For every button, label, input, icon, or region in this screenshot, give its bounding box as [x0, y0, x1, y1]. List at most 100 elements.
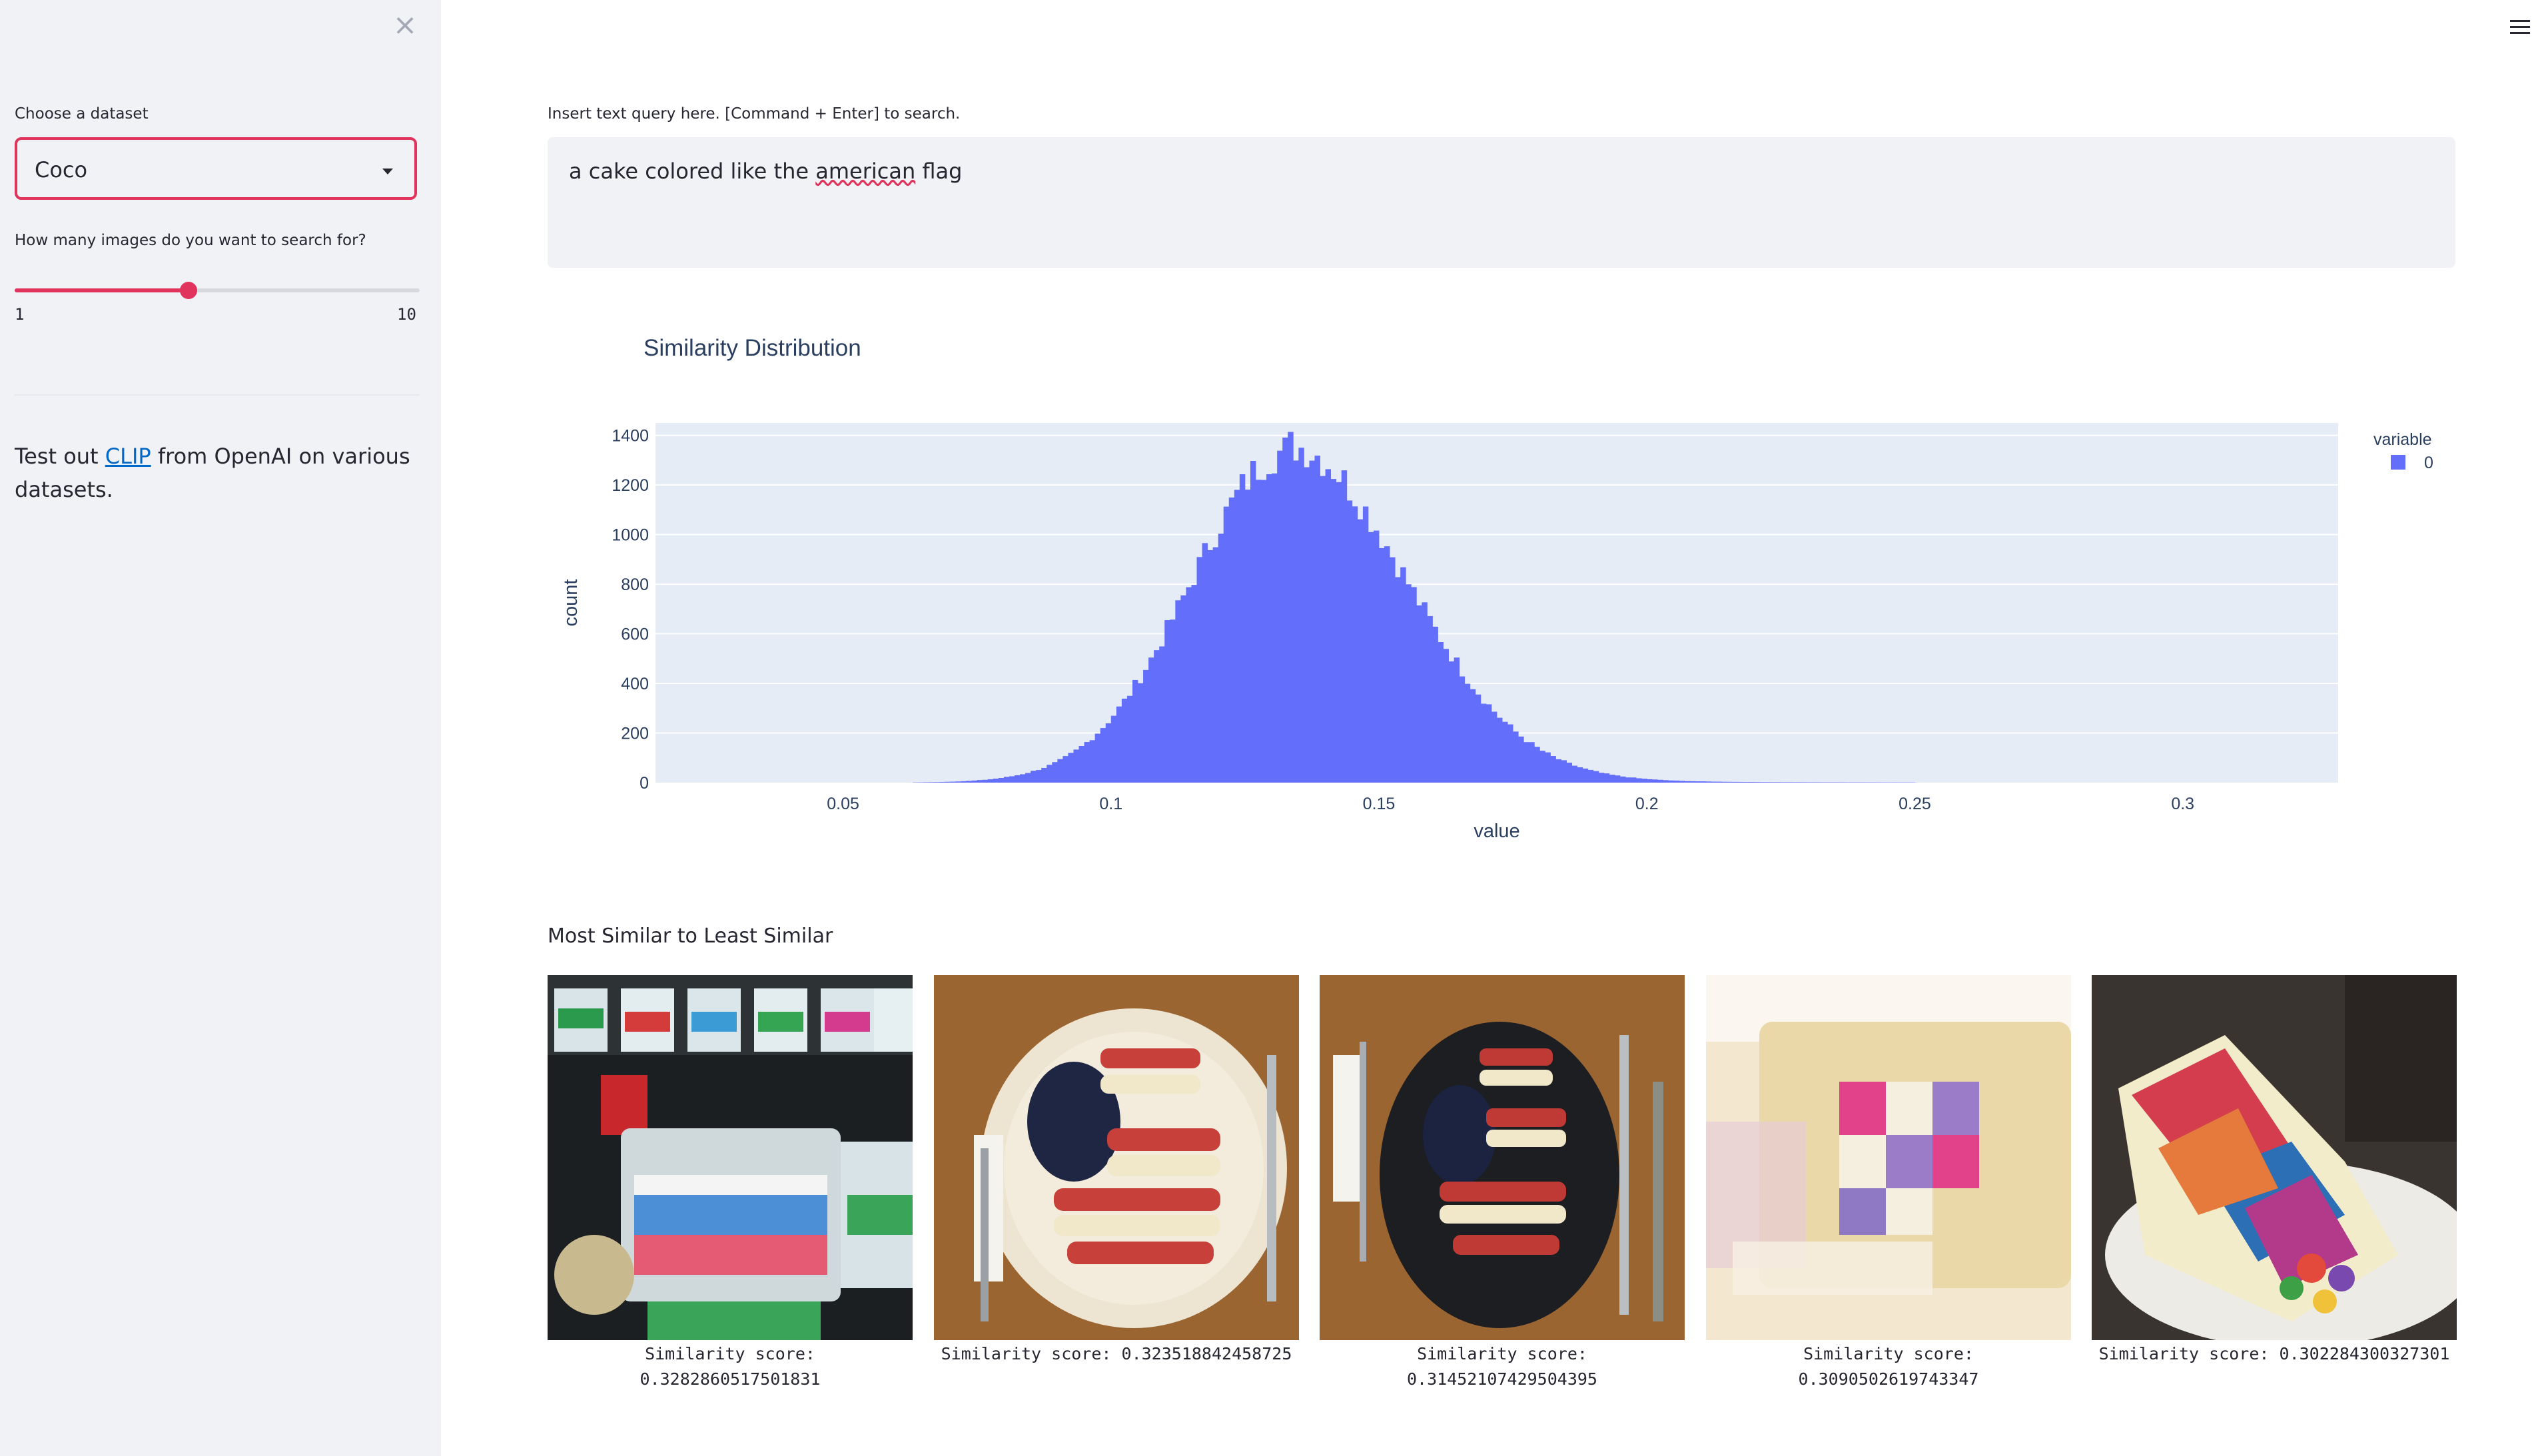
histogram-bar — [1652, 779, 1658, 783]
histogram-bar — [1416, 605, 1422, 783]
histogram-bar — [1094, 733, 1101, 783]
result-image-flag-plate-white[interactable] — [934, 975, 1299, 1340]
histogram-bar — [966, 781, 973, 783]
histogram-bar — [1250, 461, 1256, 783]
histogram-bar — [1593, 771, 1599, 783]
histogram-bar — [950, 781, 956, 783]
histogram-bar — [1325, 469, 1332, 783]
result-image-checkered-cake[interactable] — [1706, 975, 2071, 1340]
legend-title: variable — [2373, 430, 2432, 449]
histogram-bar — [1309, 460, 1315, 783]
histogram-bar — [1695, 781, 1701, 783]
slider-thumb[interactable] — [180, 282, 198, 299]
histogram-bar — [1126, 695, 1133, 783]
y-tick-label: 1400 — [612, 427, 649, 446]
y-tick-label: 200 — [621, 725, 649, 743]
histogram-bar — [1802, 782, 1808, 783]
similarity-score: Similarity score: 0.323518842458725 — [941, 1344, 1292, 1363]
histogram-bar — [1743, 782, 1749, 783]
histogram-bar — [1175, 600, 1181, 783]
histogram-bar — [1534, 747, 1540, 783]
results-heading: Most Similar to Least Similar — [548, 924, 833, 948]
hamburger-menu-icon[interactable] — [2510, 16, 2530, 36]
histogram-bar — [1400, 567, 1406, 783]
legend-swatch — [2391, 455, 2405, 470]
dataset-select-value: Coco — [35, 157, 88, 182]
histogram-bar — [1422, 602, 1428, 783]
histogram-bar — [1062, 756, 1068, 783]
histogram-bar — [1346, 500, 1353, 783]
histogram-bar — [1336, 482, 1342, 783]
result-image-flag-plate-black[interactable] — [1320, 975, 1685, 1340]
histogram-bar — [1239, 474, 1246, 783]
histogram-bar — [961, 781, 967, 783]
x-tick-label: 0.25 — [1899, 795, 1931, 813]
histogram-bar — [1566, 763, 1573, 783]
histogram-bar — [1443, 649, 1449, 783]
clip-link[interactable]: CLIP — [105, 444, 151, 469]
query-textarea[interactable]: a cake colored like the american flag — [548, 137, 2455, 268]
histogram-bar — [1834, 782, 1841, 783]
histogram-bar — [1636, 778, 1642, 783]
histogram-bar — [1545, 752, 1551, 783]
histogram-bar — [1330, 479, 1337, 783]
histogram-bar — [1293, 460, 1299, 783]
image-count-slider[interactable] — [15, 282, 420, 299]
histogram-bar — [1829, 782, 1835, 783]
result-image-store-shelf[interactable] — [548, 975, 913, 1340]
histogram-bar — [1041, 767, 1047, 783]
close-sidebar-icon[interactable]: × — [392, 11, 418, 40]
histogram-bar — [1657, 779, 1663, 783]
result-image-rainbow-cake[interactable] — [2092, 975, 2457, 1340]
similarity-histogram: Similarity Distribution 0 200 400 600 800 100… — [560, 335, 2433, 842]
histogram-bar — [1448, 661, 1455, 783]
histogram-bar — [945, 781, 951, 783]
similarity-score: Similarity score: 0.302284300327301 — [2098, 1344, 2450, 1363]
histogram-bar — [1255, 480, 1262, 783]
histogram-bar — [1288, 432, 1294, 783]
histogram-bar — [1700, 781, 1707, 783]
histogram-bar — [987, 779, 994, 783]
result-card: Similarity score: 0.302284300327301 — [2092, 975, 2457, 1367]
legend[interactable]: variable 0 — [2373, 430, 2433, 472]
histogram-bar — [1373, 530, 1380, 783]
histogram-bar — [1663, 780, 1669, 783]
histogram-bar — [1110, 715, 1117, 783]
image-count-label: How many images do you want to search fo… — [15, 232, 366, 249]
histogram-bar — [1384, 546, 1390, 783]
histogram-bar — [1689, 781, 1696, 783]
histogram-bar — [1561, 760, 1567, 783]
histogram-bar — [1411, 587, 1417, 783]
histogram-bar — [929, 782, 935, 783]
histogram-bar — [1025, 773, 1031, 783]
histogram-bar — [1759, 782, 1765, 783]
histogram-bar — [1196, 557, 1202, 783]
histogram-bar — [1427, 615, 1433, 783]
histogram-bar — [1186, 587, 1192, 783]
histogram-bar — [1154, 650, 1160, 783]
histogram-bar — [1684, 781, 1691, 783]
dataset-select[interactable]: Coco — [15, 137, 417, 200]
histogram-bar — [1164, 620, 1170, 783]
x-tick-label: 0.15 — [1363, 795, 1396, 813]
histogram-bar — [1470, 689, 1476, 783]
histogram-bar — [1068, 753, 1074, 783]
histogram-bar — [1266, 474, 1272, 783]
histogram-bar — [1679, 781, 1685, 783]
chart-title: Similarity Distribution — [643, 335, 861, 361]
sidebar: × Choose a dataset Coco How many images … — [0, 0, 441, 1456]
histogram-bar — [1159, 646, 1165, 783]
histogram-bar — [1502, 721, 1508, 783]
histogram-bar — [1100, 728, 1106, 783]
y-axis-label: count — [560, 579, 582, 627]
y-tick-label: 0 — [639, 774, 649, 793]
histogram-bar — [1277, 450, 1283, 783]
query-text: a cake colored like the american flag — [569, 159, 963, 184]
histogram-bar — [1555, 759, 1561, 783]
histogram-bar — [1582, 768, 1589, 783]
x-axis-label: value — [1474, 821, 1519, 842]
histogram-bar — [1454, 657, 1460, 783]
histogram-bar — [1003, 777, 1010, 783]
histogram-bar — [1475, 694, 1482, 783]
histogram-bar — [993, 778, 999, 783]
